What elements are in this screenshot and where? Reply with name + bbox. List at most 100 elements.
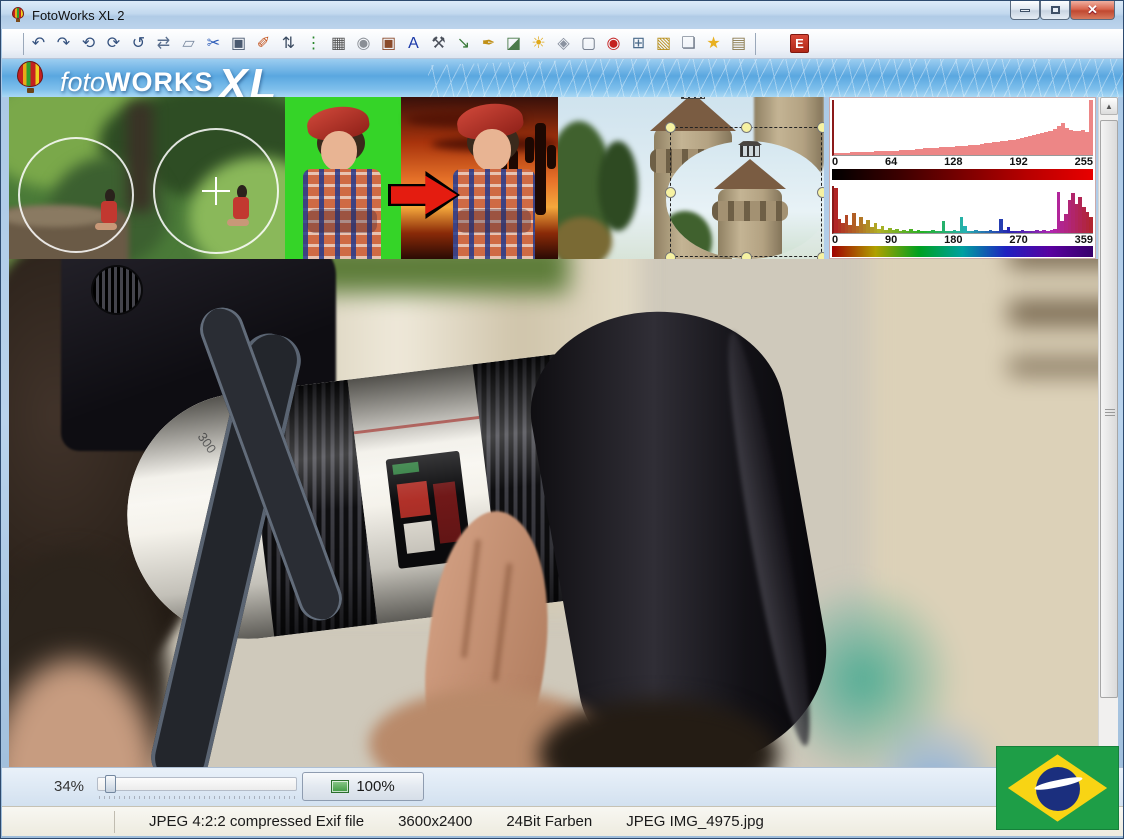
maximize-icon [1051,6,1060,14]
rotate-left-icon[interactable]: ↶ [28,32,49,56]
insert-image-icon[interactable]: ↘ [453,32,474,56]
status-color-depth: 24Bit Farben [506,813,592,830]
red-gradient-bar [832,169,1093,180]
toolbar-separator [23,33,24,55]
rotate-cw-icon[interactable]: ⟳ [103,32,124,56]
brand-foto: foto [60,67,105,97]
app-window: FotoWorks XL 2 ✕ ↶↷⟲⟳↺⇄▱✂▣✐⇅⋮▦◉▣A⚒↘✒◪☀◈▢… [0,0,1124,839]
photographer-foreground: 300 135 100 [9,259,1098,767]
image-sun-icon[interactable]: ☀ [528,32,549,56]
magic-wand-icon[interactable]: ✐ [253,32,274,56]
brand-works: WORKS [105,67,214,97]
selection-handle[interactable] [817,122,824,133]
cactus-silhouette [535,123,546,215]
histogram-bar [1089,100,1093,155]
before-after-arrow-icon [391,173,457,217]
color-adjust-icon[interactable]: ⋮ [303,32,324,56]
selection-handle[interactable] [741,122,752,133]
minimize-button[interactable] [1010,1,1040,20]
histogram-tick-label: 128 [944,156,962,168]
histogram-tick-label: 64 [885,156,897,168]
rotate-180-icon[interactable]: ↺ [128,32,149,56]
camera-icon[interactable]: ◉ [353,32,374,56]
selection-handle[interactable] [665,122,676,133]
vertical-scrollbar[interactable]: ▲ [1098,97,1118,767]
camera-dial [91,265,143,315]
brand-xl: XL [218,60,278,97]
status-filename: JPEG IMG_4975.jpg [626,813,764,830]
selection-handle[interactable] [817,252,824,259]
maximize-button[interactable] [1040,1,1070,20]
scrollbar-thumb[interactable] [1100,120,1118,698]
thumbnail-castle-selection-preview[interactable] [558,97,824,259]
brand-banner: fotoWORKS XL [2,59,1124,97]
selection-handle[interactable] [665,252,676,259]
selection-handle[interactable] [665,187,676,198]
fit-image-icon [331,780,349,793]
selection-handle[interactable] [817,187,824,198]
copy-shapes-icon[interactable]: ❏ [678,32,699,56]
picture-frame-icon[interactable]: ▣ [378,32,399,56]
histogram-tick-label: 90 [885,234,897,246]
levels-icon[interactable]: ⇅ [278,32,299,56]
hue-gradient-bar [832,246,1093,257]
free-rotate-icon[interactable]: ▱ [178,32,199,56]
frame-stamp-icon[interactable]: ▦ [328,32,349,56]
zoom-slider[interactable] [97,777,297,791]
histogram-tick-label: 180 [944,234,962,246]
retouch-tools-icon[interactable]: ⚒ [428,32,449,56]
histogram-tick-label: 255 [1075,156,1093,168]
title-bar: FotoWorks XL 2 ✕ [1,1,1123,29]
red-eye-icon[interactable]: ◉ [603,32,624,56]
close-button[interactable]: ✕ [1070,1,1115,20]
balloon-logo-icon [14,61,48,95]
image-retouch-icon[interactable]: ◪ [503,32,524,56]
histogram-tick-label: 0 [832,234,838,246]
scroll-up-button[interactable]: ▲ [1100,97,1118,115]
app-logo-icon [10,7,26,23]
rotate-right-icon[interactable]: ↷ [53,32,74,56]
zoom-slider-ticks [99,796,297,799]
tower-roof [650,97,736,131]
close-icon: ✕ [1087,2,1098,18]
zoom-100-label: 100% [356,778,394,795]
paint-bucket-icon[interactable]: ◈ [553,32,574,56]
red-histogram-axis: 064128192255 [832,156,1093,168]
crop-icon[interactable]: ▣ [228,32,249,56]
pen-icon[interactable]: ✒ [478,32,499,56]
thumbnail-background-replace-preview[interactable] [285,97,558,259]
zoom-100-button[interactable]: 100% [302,772,424,801]
gift-icon[interactable]: ▧ [653,32,674,56]
brand-text: fotoWORKS XL [60,60,278,97]
hue-histogram-axis: 090180270359 [832,234,1093,246]
exif-editor-icon[interactable]: E [790,34,809,53]
collage-icon[interactable]: ⊞ [628,32,649,56]
histogram-tick-label: 0 [832,156,838,168]
thumbnail-forest-clone-preview[interactable] [9,97,285,259]
statusbar-separator [114,811,115,833]
status-dimensions: 3600x2400 [398,813,472,830]
print-batch-icon[interactable]: ▤ [728,32,749,56]
scrollbar-grip-icon [1105,409,1115,417]
selection-rect[interactable] [670,127,822,257]
flip-horizontal-icon[interactable]: ⇄ [153,32,174,56]
thumbnail-histogram-panel[interactable]: 064128192255 090180270359 [829,97,1096,259]
toolbar: ↶↷⟲⟳↺⇄▱✂▣✐⇅⋮▦◉▣A⚒↘✒◪☀◈▢◉⊞▧❏★▤ E [2,29,1124,59]
zoom-slider-thumb[interactable] [105,775,116,793]
brazil-flag [996,746,1119,830]
banner-grid-pattern [428,59,1124,97]
histogram-tick-label: 270 [1009,234,1027,246]
rotate-ccw-icon[interactable]: ⟲ [78,32,99,56]
window-title: FotoWorks XL 2 [32,8,124,23]
main-canvas-image[interactable]: 300 135 100 [9,259,1098,767]
histogram-bar [1089,217,1093,233]
border-icon[interactable]: ▢ [578,32,599,56]
clone-source-circle [18,137,134,253]
minimize-icon [1020,9,1030,12]
text-icon[interactable]: A [403,32,424,56]
toolbar-separator [755,33,756,55]
cut-icon[interactable]: ✂ [203,32,224,56]
zoom-control-bar: 34% 100% [2,767,1124,806]
selection-handle[interactable] [741,252,752,259]
star-icon[interactable]: ★ [703,32,724,56]
